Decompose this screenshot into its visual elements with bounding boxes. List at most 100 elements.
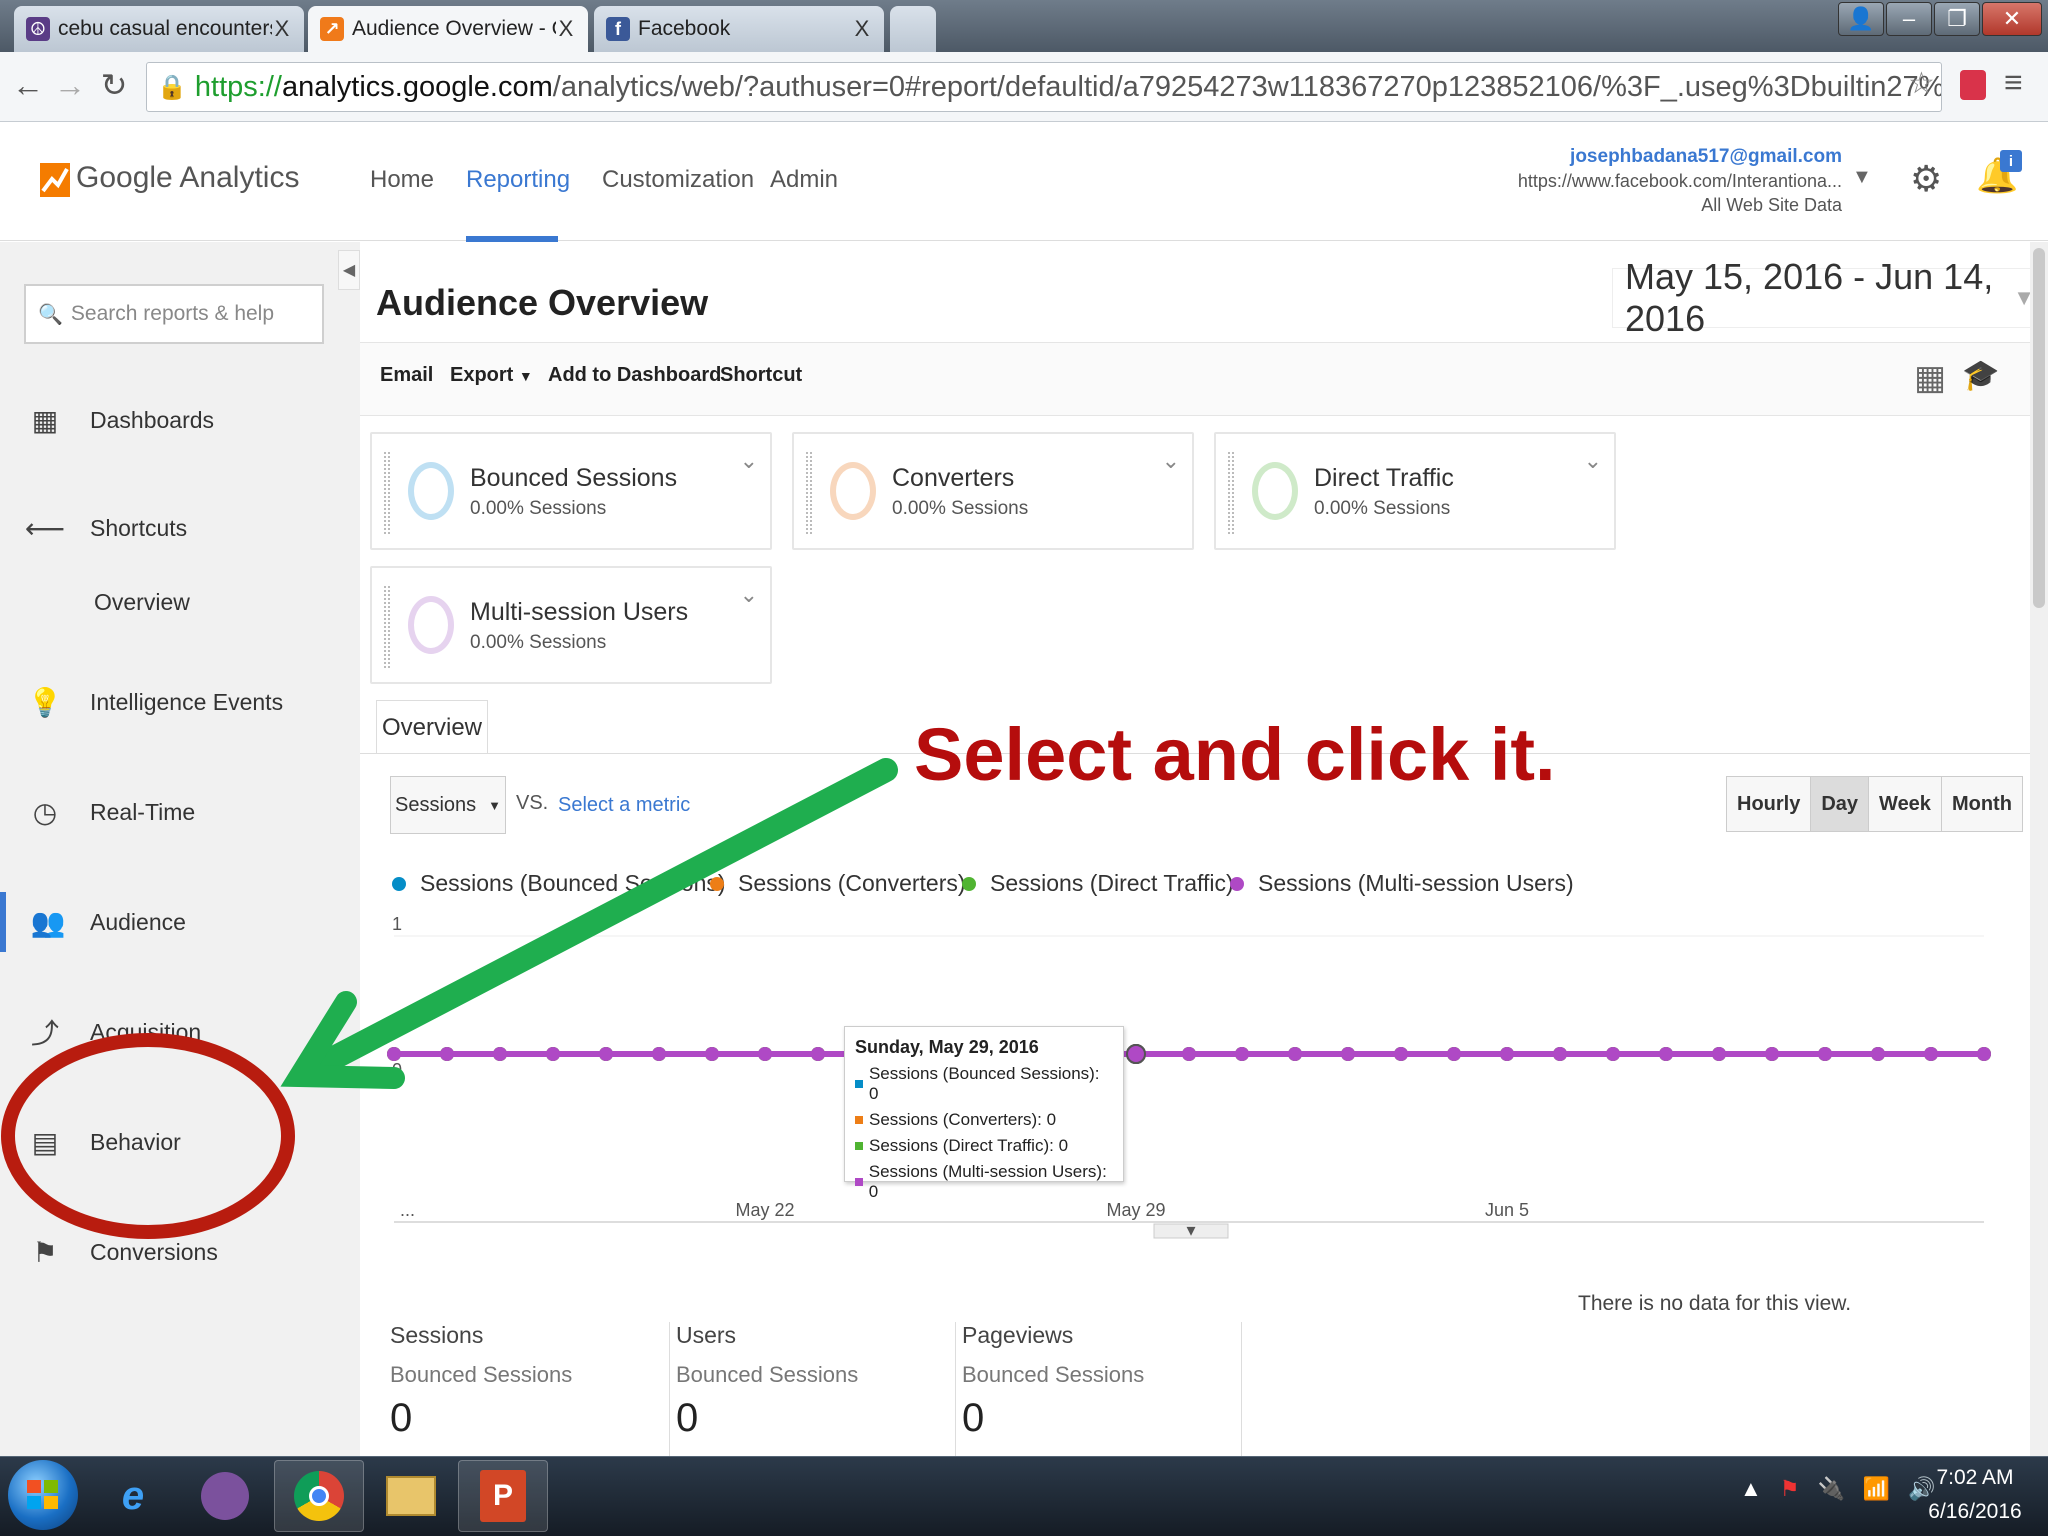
file-explorer-icon[interactable] bbox=[366, 1460, 456, 1532]
data-point bbox=[387, 1047, 401, 1061]
sidebar-item-dashboards[interactable]: ▦ Dashboards bbox=[0, 390, 360, 450]
chevron-down-icon[interactable]: ⌄ bbox=[740, 582, 758, 608]
reload-icon[interactable]: ↻ bbox=[94, 62, 134, 108]
drag-handle[interactable] bbox=[1228, 452, 1234, 534]
back-icon[interactable]: ← bbox=[8, 62, 48, 108]
search-input[interactable]: 🔍 Search reports & help bbox=[24, 284, 324, 344]
graduation-cap-icon[interactable]: 🎓 bbox=[1962, 358, 1999, 393]
metric-sessions: Sessions Bounced Sessions 0 bbox=[390, 1322, 670, 1456]
people-icon: 👥 bbox=[30, 906, 66, 938]
chevron-down-icon[interactable]: ⌄ bbox=[1162, 448, 1180, 474]
user-icon[interactable]: 👤 bbox=[1838, 2, 1884, 36]
powerpoint-icon[interactable]: P bbox=[458, 1460, 548, 1532]
browser-tab-facebook[interactable]: f Facebook X bbox=[594, 6, 884, 52]
gear-icon[interactable]: ⚙ bbox=[1910, 158, 1942, 200]
data-point bbox=[599, 1047, 613, 1061]
chrome-icon[interactable] bbox=[274, 1460, 364, 1532]
legend-item[interactable]: Sessions (Bounced Sessions) bbox=[392, 870, 726, 897]
granularity-week-button[interactable]: Week bbox=[1869, 777, 1942, 831]
segment-card-direct-traffic[interactable]: Direct Traffic 0.00% Sessions ⌄ bbox=[1214, 432, 1616, 550]
address-bar[interactable]: 🔒 https:// analytics.google.com /analyti… bbox=[146, 62, 1942, 112]
account-dropdown-icon[interactable]: ▼ bbox=[1852, 166, 1872, 189]
taskbar-clock-date[interactable]: 6/16/2016 bbox=[1920, 1500, 2030, 1524]
sidebar-item-real-time[interactable]: ◷ Real-Time bbox=[0, 782, 360, 842]
nav-admin[interactable]: Admin bbox=[770, 166, 838, 194]
sidebar-item-behavior[interactable]: ▤ Behavior bbox=[0, 1112, 360, 1172]
forward-icon[interactable]: → bbox=[50, 62, 90, 108]
email-button[interactable]: Email bbox=[380, 364, 433, 387]
export-button[interactable]: Export ▼ bbox=[450, 364, 533, 387]
export-label: Export bbox=[450, 364, 514, 386]
legend-item[interactable]: Sessions (Direct Traffic) bbox=[962, 870, 1234, 897]
drag-handle[interactable] bbox=[806, 452, 812, 534]
segment-ring-icon bbox=[1252, 462, 1298, 520]
sidebar-item-intelligence-events[interactable]: 💡 Intelligence Events bbox=[0, 672, 360, 732]
add-to-dashboard-button[interactable]: Add to Dashboard bbox=[548, 364, 721, 387]
tab-overview[interactable]: Overview bbox=[376, 700, 488, 754]
minimize-icon[interactable]: – bbox=[1886, 2, 1932, 36]
sidebar-item-shortcuts[interactable]: ⟵ Shortcuts bbox=[0, 498, 360, 558]
power-icon[interactable]: 🔌 bbox=[1818, 1476, 1845, 1502]
legend-item[interactable]: Sessions (Converters) bbox=[710, 870, 966, 897]
account-email[interactable]: josephbadana517@gmail.com bbox=[1570, 146, 1842, 168]
browser-tab-analytics[interactable]: ↗ Audience Overview - Goo X bbox=[308, 6, 588, 52]
chevron-down-icon[interactable]: ⌄ bbox=[740, 448, 758, 474]
star-icon[interactable]: ☆ bbox=[1908, 66, 1935, 101]
internet-explorer-icon[interactable]: e bbox=[88, 1460, 178, 1532]
metric-segment: Bounced Sessions bbox=[962, 1362, 1145, 1387]
sidebar-item-acquisition[interactable]: ⤴ Acquisition bbox=[0, 1002, 360, 1062]
metric-select[interactable]: Sessions ▼ bbox=[390, 776, 506, 834]
data-point bbox=[1182, 1047, 1196, 1061]
account-property[interactable]: https://www.facebook.com/Interantiona... bbox=[1518, 171, 1842, 192]
granularity-day-button[interactable]: Day bbox=[1811, 777, 1870, 831]
segment-card-converters[interactable]: Converters 0.00% Sessions ⌄ bbox=[792, 432, 1194, 550]
sessions-line-chart[interactable]: 1 0... May 22 May 29 Jun 5 ▾ bbox=[380, 900, 2000, 1240]
drag-handle[interactable] bbox=[384, 452, 390, 534]
extension-icon[interactable] bbox=[1960, 70, 1986, 100]
show-hidden-icons-icon[interactable]: ▲ bbox=[1740, 1476, 1762, 1502]
browser-tab-cebu[interactable]: ☮ cebu casual encounters "r X bbox=[14, 6, 304, 52]
maximize-icon[interactable]: ❐ bbox=[1934, 2, 1980, 36]
collapse-sidebar-icon[interactable]: ◀ bbox=[338, 250, 360, 290]
viber-icon[interactable] bbox=[180, 1460, 270, 1532]
new-tab-button[interactable] bbox=[890, 6, 936, 52]
select-metric-link[interactable]: Select a metric bbox=[558, 794, 690, 817]
close-icon[interactable]: X bbox=[852, 16, 872, 42]
segment-ring-icon bbox=[408, 462, 454, 520]
segment-card-bounced-sessions[interactable]: Bounced Sessions 0.00% Sessions ⌄ bbox=[370, 432, 772, 550]
tooltip-text: Sessions (Direct Traffic): 0 bbox=[869, 1136, 1069, 1155]
shortcut-button[interactable]: Shortcut bbox=[720, 364, 802, 387]
data-point bbox=[811, 1047, 825, 1061]
close-window-icon[interactable]: ✕ bbox=[1982, 2, 2042, 36]
ga-logo-text: Google Analytics bbox=[76, 161, 300, 194]
taskbar-clock-time[interactable]: 7:02 AM bbox=[1920, 1466, 2030, 1490]
drag-handle[interactable] bbox=[384, 586, 390, 668]
action-center-flag-icon[interactable]: ⚑ bbox=[1780, 1476, 1800, 1502]
close-icon[interactable]: X bbox=[272, 16, 292, 42]
tab-title: cebu casual encounters "r bbox=[58, 17, 272, 40]
segment-card-multi-session-users[interactable]: Multi-session Users 0.00% Sessions ⌄ bbox=[370, 566, 772, 684]
chevron-down-icon[interactable]: ⌄ bbox=[1584, 448, 1602, 474]
network-signal-icon[interactable]: 📶 bbox=[1863, 1476, 1890, 1502]
nav-customization[interactable]: Customization bbox=[602, 166, 754, 194]
account-view[interactable]: All Web Site Data bbox=[1701, 195, 1842, 216]
granularity-month-button[interactable]: Month bbox=[1941, 777, 2022, 831]
data-point bbox=[1235, 1047, 1249, 1061]
close-icon[interactable]: X bbox=[556, 16, 576, 42]
info-badge-icon: i bbox=[2000, 150, 2022, 172]
legend-item[interactable]: Sessions (Multi-session Users) bbox=[1230, 870, 1574, 897]
nav-home[interactable]: Home bbox=[370, 166, 434, 194]
sidebar-item-conversions[interactable]: ⚑ Conversions bbox=[0, 1222, 360, 1282]
date-range-picker[interactable]: May 15, 2016 - Jun 14, 2016 ▼ bbox=[1612, 256, 2048, 339]
customize-grid-icon[interactable]: ▦ bbox=[1914, 358, 1946, 398]
layout-icon: ▤ bbox=[31, 1126, 59, 1158]
scrollbar-thumb[interactable] bbox=[2033, 248, 2045, 608]
tooltip-row: Sessions (Multi-session Users): 0 bbox=[855, 1162, 1113, 1202]
sidebar-item-audience[interactable]: 👥 Audience bbox=[0, 892, 360, 952]
sidebar-item-overview[interactable]: Overview bbox=[0, 572, 360, 632]
windows-start-icon[interactable] bbox=[8, 1460, 78, 1530]
nav-reporting[interactable]: Reporting bbox=[466, 166, 570, 194]
menu-icon[interactable]: ≡ bbox=[2004, 64, 2023, 101]
legend-dot bbox=[962, 876, 976, 891]
granularity-hourly-button[interactable]: Hourly bbox=[1727, 777, 1812, 831]
